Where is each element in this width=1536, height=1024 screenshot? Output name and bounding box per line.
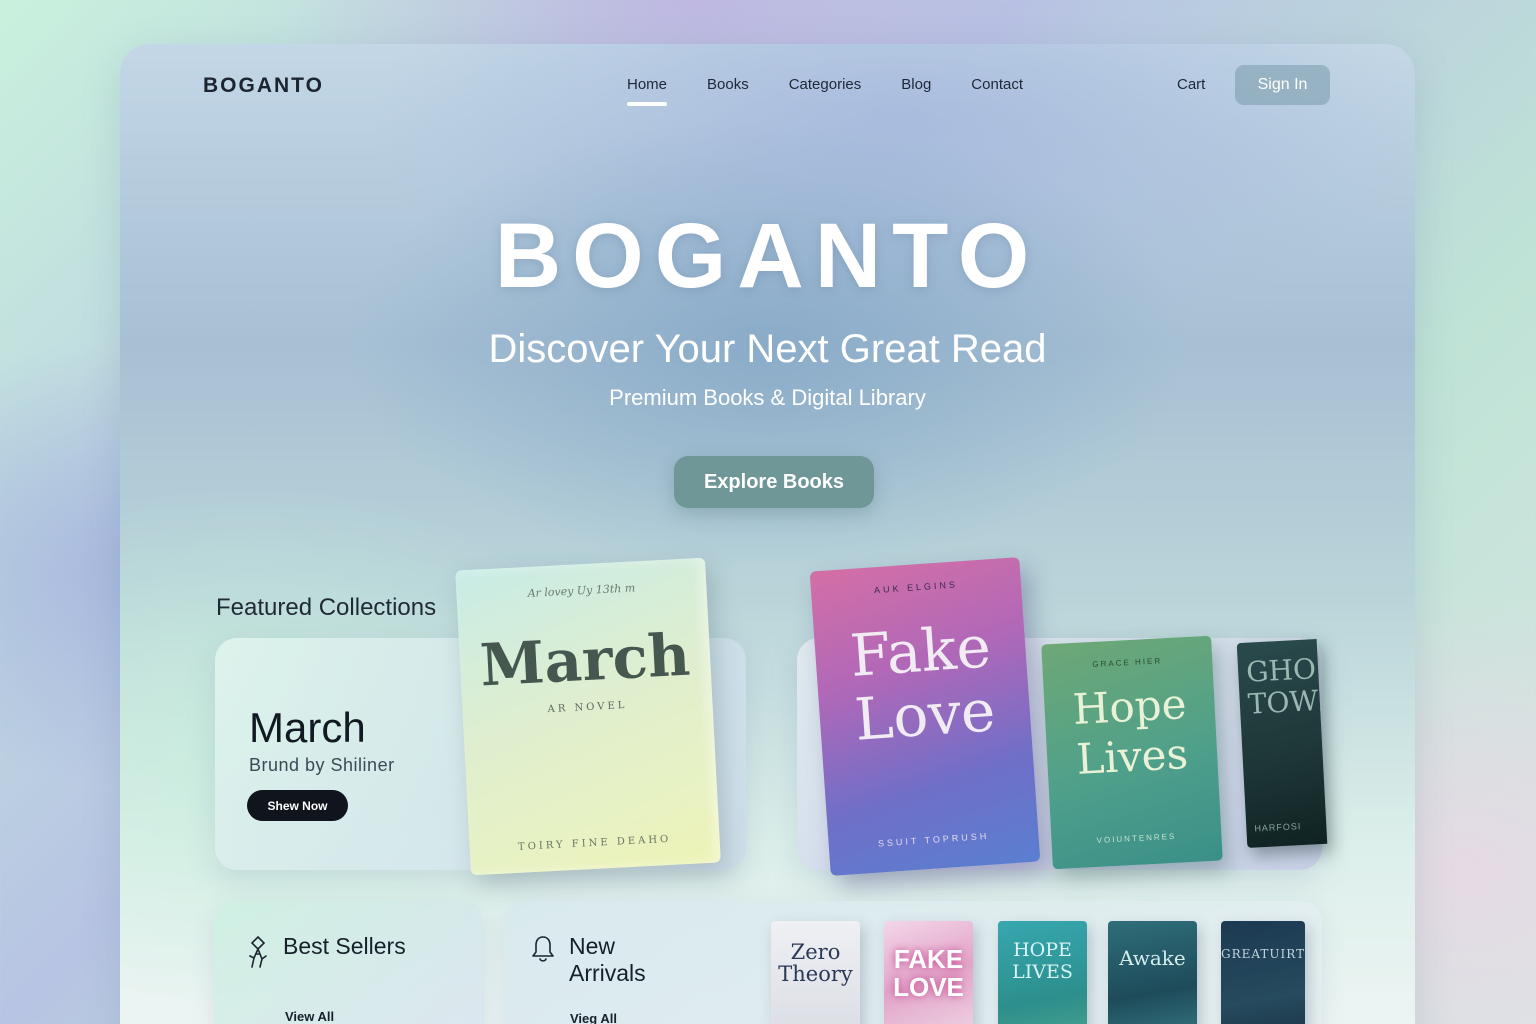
new-arrivals-title-line2: Arrivals <box>569 960 646 986</box>
cart-link[interactable]: Cart <box>1177 76 1205 93</box>
book-cover-title-line2: TOWN <box>1247 682 1328 721</box>
new-arrival-book[interactable]: Zero Theory <box>771 921 860 1024</box>
book-cover-title-line2: Love <box>852 676 998 754</box>
best-sellers-title: Best Sellers <box>283 933 406 959</box>
book-cover-footer: TOIRY FINE DEAHO <box>517 833 672 853</box>
featured-book-title: March <box>249 704 366 751</box>
book-cover-title-line2: Lives <box>1075 729 1190 784</box>
book-title-line1: FAKE <box>893 944 964 974</box>
shop-now-button[interactable]: Shew Now <box>247 790 348 821</box>
new-arrivals-title: New Arrivals <box>569 933 646 987</box>
new-arrival-book[interactable]: Awake <box>1108 921 1197 1024</box>
new-arrival-book-title: FAKE LOVE <box>884 945 973 1001</box>
book-title-line1: Zero <box>790 940 841 964</box>
book-cover-title: GHOS TOWN <box>1245 651 1328 721</box>
new-arrival-book-title: Zero Theory <box>771 941 860 985</box>
book-cover-march[interactable]: Ar lovey Uy 13th m March AR NOVEL TOIRY … <box>455 557 721 876</box>
book-cover-footer: VOIUNTENRES <box>1096 831 1177 845</box>
book-title-line2: LIVES <box>1012 961 1073 983</box>
new-arrival-book[interactable]: GREATUIRT <box>1221 921 1305 1024</box>
nav-item-categories[interactable]: Categories <box>789 76 862 93</box>
nav-item-books[interactable]: Books <box>707 76 749 93</box>
nav-item-blog[interactable]: Blog <box>901 76 931 93</box>
book-cover-title: Fake Love <box>813 612 1031 754</box>
book-cover-ghost-town[interactable]: GHOS TOWN HARFOSI <box>1236 639 1328 848</box>
bell-icon <box>532 936 554 962</box>
new-arrival-book[interactable]: HOPE LIVES <box>998 921 1087 1024</box>
book-title-line2: Theory <box>778 962 853 986</box>
new-arrivals-title-line1: New <box>569 933 616 959</box>
main-panel: BOGANTO Home Books Categories Blog Conta… <box>120 44 1415 1024</box>
book-cover-footer: SSUIT TOPRUSH <box>877 830 990 849</box>
brand-logo[interactable]: BOGANTO <box>203 74 324 98</box>
book-cover-title-line1: Hope <box>1071 679 1188 735</box>
book-title-line1: HOPE <box>1013 939 1072 961</box>
book-title-line2: LOVE <box>893 972 964 1002</box>
nav-item-home[interactable]: Home <box>627 76 668 106</box>
book-cover-author: AUK ELGINS <box>873 579 959 596</box>
book-cover-author: GRACE HIER <box>1092 656 1163 669</box>
book-cover-title: Hope Lives <box>1043 678 1218 787</box>
book-cover-hope-lives[interactable]: GRACE HIER Hope Lives VOIUNTENRES <box>1041 635 1223 870</box>
new-arrival-book-title: HOPE LIVES <box>998 939 1087 983</box>
award-icon <box>249 935 267 968</box>
hero-subtitle: Discover Your Next Great Read <box>488 327 1047 371</box>
book-cover-script: Ar lovey Uy 13th m <box>527 581 636 600</box>
sign-in-button[interactable]: Sign In <box>1235 65 1330 105</box>
book-cover-title: March <box>478 620 692 700</box>
new-arrival-book-title: GREATUIRT <box>1221 947 1305 961</box>
hero-tagline: Premium Books & Digital Library <box>609 385 926 410</box>
nav-item-contact[interactable]: Contact <box>971 76 1023 93</box>
new-arrivals-view-all-link[interactable]: Vieg All <box>570 1011 617 1024</box>
hero-title: BOGANTO <box>494 205 1041 307</box>
featured-section-title: Featured Collections <box>216 594 437 621</box>
explore-books-button[interactable]: Explore Books <box>674 456 874 508</box>
new-arrival-book-title: Awake <box>1119 946 1186 970</box>
book-cover-subtitle: AR NOVEL <box>547 699 628 716</box>
featured-book-author: Brund by Shiliner <box>249 755 395 775</box>
main-nav: Home Books Categories Blog Contact <box>627 76 1063 106</box>
book-cover-footer: HARFOSI <box>1254 821 1302 834</box>
new-arrival-book[interactable]: FAKE LOVE <box>884 921 973 1024</box>
best-sellers-view-all-link[interactable]: View All <box>285 1009 334 1024</box>
book-cover-fake-love[interactable]: AUK ELGINS Fake Love SSUIT TOPRUSH <box>809 557 1041 876</box>
